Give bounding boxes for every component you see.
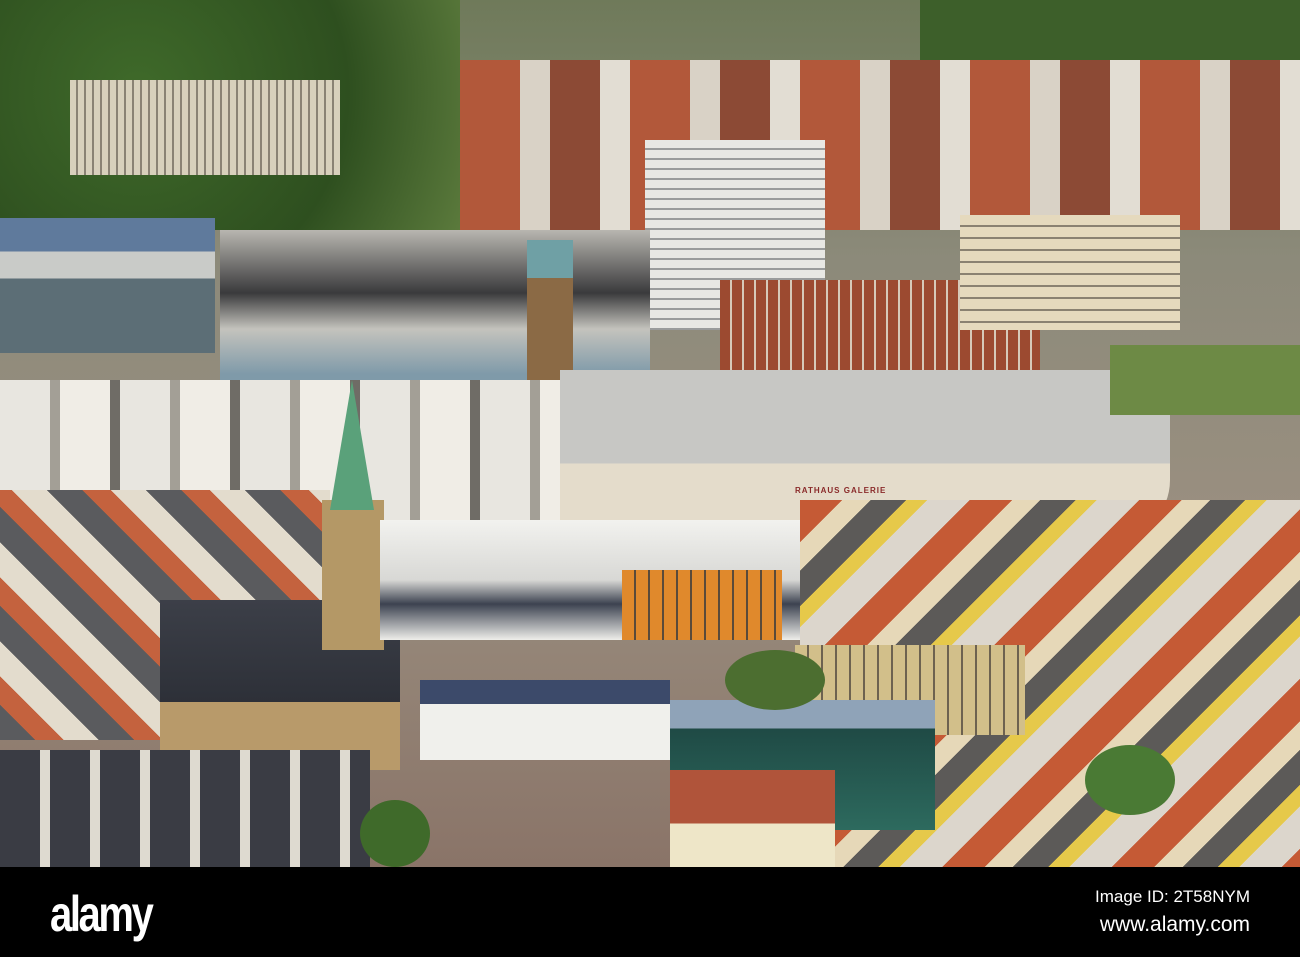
aerial-city-photo: RATHAUS GALERIE [0,0,1300,867]
green-roof [1110,345,1300,415]
website-link[interactable]: www.alamy.com [1100,913,1250,937]
trees [360,800,430,867]
orange-building [622,570,782,640]
office-building [70,80,340,175]
glass-office-building [0,218,215,353]
trees [725,650,825,710]
image-id: Image ID: 2T58NYM [1095,887,1250,906]
rathaus-galerie-sign: RATHAUS GALERIE [795,486,887,495]
beige-office-building [960,215,1180,330]
footer-bar: alamy Image ID: 2T58NYM www.alamy.com [0,867,1300,957]
alamy-logo[interactable]: alamy [50,885,154,943]
church-tower [322,500,384,650]
church-spire [330,380,374,510]
red-roof-house [670,770,835,867]
dark-roof-building [0,750,370,867]
trees [1085,745,1175,815]
red-roofs [460,60,1300,230]
white-building-solar [420,680,670,760]
